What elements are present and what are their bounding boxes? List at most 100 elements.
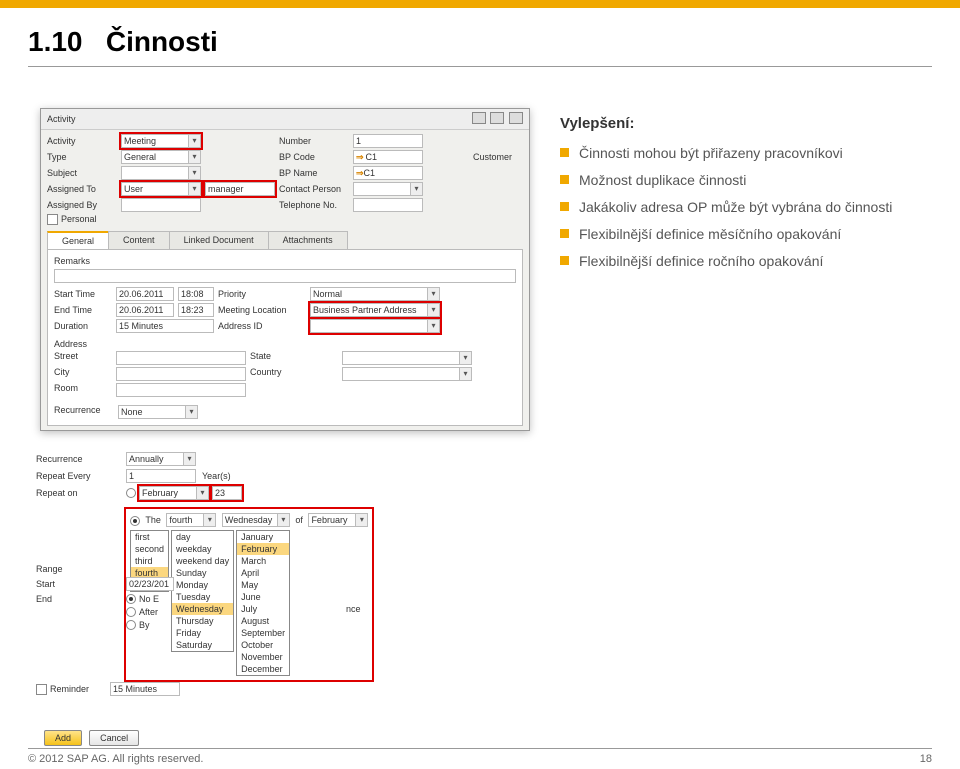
of-month-dropdown[interactable]: February▾ <box>308 513 368 527</box>
assignedby-field[interactable] <box>121 198 201 212</box>
list-item[interactable]: July <box>237 603 289 615</box>
state-dropdown[interactable]: ▾ <box>342 351 472 365</box>
list-item[interactable]: day <box>172 531 233 543</box>
cancel-button[interactable]: Cancel <box>89 730 139 746</box>
addressid-dropdown[interactable]: ▾ <box>310 319 440 333</box>
chevron-down-icon: ▾ <box>427 304 439 316</box>
chevron-down-icon: ▾ <box>203 514 215 526</box>
bullet-text: Možnost duplikace činnosti <box>579 171 746 190</box>
contact-label: Contact Person <box>279 184 349 194</box>
assignedto-user-dropdown[interactable]: User▾ <box>121 182 201 196</box>
address-label: Address <box>54 339 112 349</box>
endtime-label: End Time <box>54 305 112 315</box>
maximize-icon[interactable] <box>490 112 504 124</box>
recurrence-dropdown[interactable]: None▾ <box>118 405 198 419</box>
repeat-every-label: Repeat Every <box>36 471 126 481</box>
reminder-checkbox[interactable] <box>36 684 47 695</box>
street-field[interactable] <box>116 351 246 365</box>
room-field[interactable] <box>116 383 246 397</box>
activity-dropdown[interactable]: Meeting▾ <box>121 134 201 148</box>
repeat-on-month-dropdown[interactable]: February▾ <box>139 486 209 500</box>
bullets-heading: Vylepšení: <box>560 115 900 132</box>
list-item[interactable]: Thursday <box>172 615 233 627</box>
list-item[interactable]: Sunday <box>172 567 233 579</box>
list-item[interactable]: January <box>237 531 289 543</box>
list-item[interactable]: October <box>237 639 289 651</box>
country-dropdown[interactable]: ▾ <box>342 367 472 381</box>
tab-linked-document[interactable]: Linked Document <box>169 231 269 249</box>
chevron-down-icon: ▾ <box>459 368 471 380</box>
weekday-dropdown[interactable]: Wednesday▾ <box>222 513 290 527</box>
list-item[interactable]: September <box>237 627 289 639</box>
list-item[interactable]: Monday <box>172 579 233 591</box>
list-item[interactable]: Saturday <box>172 639 233 651</box>
telephone-field[interactable] <box>353 198 423 212</box>
start-time-field[interactable]: 18:08 <box>178 287 214 301</box>
type-dropdown[interactable]: General▾ <box>121 150 201 164</box>
list-item[interactable]: weekend day <box>172 555 233 567</box>
list-item[interactable]: first <box>131 531 168 543</box>
the-label: The <box>145 515 161 525</box>
personal-checkbox[interactable] <box>47 214 58 225</box>
customer-label: Customer <box>473 152 523 162</box>
country-label: Country <box>250 367 338 381</box>
bullet-icon <box>560 175 569 184</box>
assignedto-label: Assigned To <box>47 184 117 194</box>
by-radio[interactable] <box>126 620 136 630</box>
repeat-on-weekday-radio[interactable] <box>130 516 140 526</box>
add-button[interactable]: Add <box>44 730 82 746</box>
end-date-field[interactable]: 20.06.2011 <box>116 303 174 317</box>
no-end-radio[interactable] <box>126 594 136 604</box>
tab-content[interactable]: Content <box>108 231 170 249</box>
by-label: By <box>139 620 150 630</box>
repeat-every-field[interactable]: 1 <box>126 469 196 483</box>
number-field[interactable]: 1 <box>353 134 423 148</box>
list-item[interactable]: Friday <box>172 627 233 639</box>
list-item[interactable]: Wednesday <box>172 603 233 615</box>
ordinal-dropdown[interactable]: fourth▾ <box>166 513 216 527</box>
list-item[interactable]: weekday <box>172 543 233 555</box>
recurrence-value-dropdown[interactable]: Annually▾ <box>126 452 196 466</box>
tab-attachments[interactable]: Attachments <box>268 231 348 249</box>
assignedby-label: Assigned By <box>47 200 117 210</box>
bullet-icon <box>560 148 569 157</box>
remarks-field[interactable] <box>54 269 516 283</box>
range-start-field[interactable]: 02/23/201 <box>126 577 174 591</box>
list-item[interactable]: April <box>237 567 289 579</box>
list-item[interactable]: second <box>131 543 168 555</box>
copyright: © 2012 SAP AG. All rights reserved. <box>28 753 203 765</box>
contact-dropdown[interactable]: ▾ <box>353 182 423 196</box>
end-time-field[interactable]: 18:23 <box>178 303 214 317</box>
bullet-text: Flexibilnější definice měsíčního opaková… <box>579 225 841 244</box>
chevron-down-icon: ▾ <box>277 514 289 526</box>
city-field[interactable] <box>116 367 246 381</box>
bpcode-field[interactable]: ⇒C1 <box>353 150 423 164</box>
weekday-listbox[interactable]: dayweekdayweekend daySundayMondayTuesday… <box>171 530 234 652</box>
priority-dropdown[interactable]: Normal▾ <box>310 287 440 301</box>
duration-field[interactable]: 15 Minutes <box>116 319 214 333</box>
month-listbox[interactable]: JanuaryFebruaryMarchAprilMayJuneJulyAugu… <box>236 530 290 676</box>
repeat-on-day-field[interactable]: 23 <box>212 486 242 500</box>
assignedto-manager-dropdown[interactable]: manager <box>205 182 275 196</box>
years-label: Year(s) <box>202 471 231 481</box>
reminder-field[interactable]: 15 Minutes <box>110 682 180 696</box>
minimize-icon[interactable] <box>472 112 486 124</box>
start-date-field[interactable]: 20.06.2011 <box>116 287 174 301</box>
list-item[interactable]: June <box>237 591 289 603</box>
close-icon[interactable] <box>509 112 523 124</box>
subject-dropdown[interactable]: ▾ <box>121 166 201 180</box>
list-item[interactable]: Tuesday <box>172 591 233 603</box>
list-item[interactable]: May <box>237 579 289 591</box>
button-row: Add Cancel <box>44 730 143 746</box>
list-item[interactable]: March <box>237 555 289 567</box>
meeting-location-dropdown[interactable]: Business Partner Address▾ <box>310 303 440 317</box>
repeat-on-date-radio[interactable] <box>126 488 136 498</box>
bpname-field[interactable]: ⇒C1 <box>353 166 423 180</box>
list-item[interactable]: November <box>237 651 289 663</box>
list-item[interactable]: December <box>237 663 289 675</box>
tab-general[interactable]: General <box>47 231 109 249</box>
after-radio[interactable] <box>126 607 136 617</box>
list-item[interactable]: August <box>237 615 289 627</box>
starttime-label: Start Time <box>54 289 112 299</box>
list-item[interactable]: February <box>237 543 289 555</box>
